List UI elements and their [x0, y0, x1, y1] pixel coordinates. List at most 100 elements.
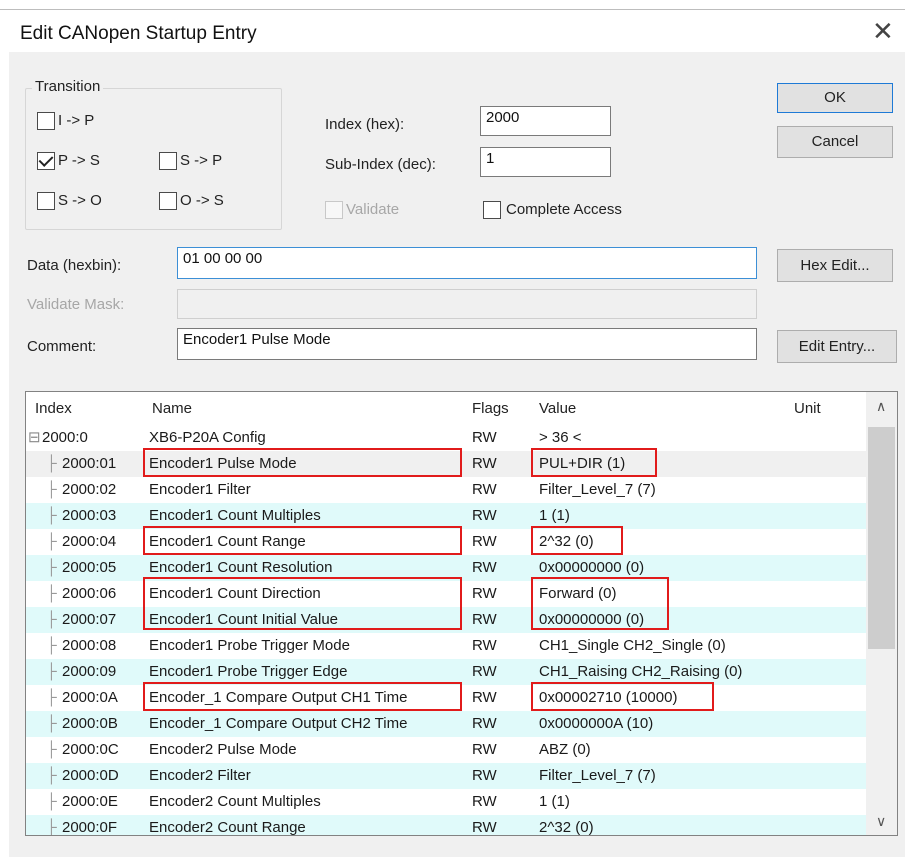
validate-mask-input — [177, 289, 757, 319]
row-name: Encoder2 Count Multiples — [149, 793, 321, 810]
row-flags: RW — [472, 559, 497, 576]
table-row[interactable]: ├ 2000:08 Encoder1 Probe Trigger Mode RW… — [26, 633, 868, 659]
column-header-value[interactable]: Value — [539, 400, 576, 417]
row-index: 2000:06 — [62, 585, 117, 602]
row-name: Encoder2 Count Range — [149, 819, 306, 836]
row-value: Filter_Level_7 (7) — [539, 481, 656, 498]
row-flags: RW — [472, 663, 497, 680]
complete-access-label: Complete Access — [506, 201, 622, 218]
complete-access-checkbox[interactable] — [483, 201, 501, 219]
table-row[interactable]: ├ 2000:0F Encoder2 Count Range RW 2^32 (… — [26, 815, 868, 836]
row-flags: RW — [472, 819, 497, 836]
checkbox-s-p-label: S -> P — [180, 152, 223, 169]
annotation-box-value — [531, 577, 669, 630]
table-row[interactable]: ├ 2000:0E Encoder2 Count Multiples RW 1 … — [26, 789, 868, 815]
row-name: Encoder_1 Compare Output CH2 Time — [149, 715, 408, 732]
checkbox-s-o[interactable] — [37, 192, 55, 210]
table-row[interactable]: ├ 2000:0D Encoder2 Filter RW Filter_Leve… — [26, 763, 868, 789]
row-index: 2000:0E — [62, 793, 118, 810]
row-flags: RW — [472, 429, 497, 446]
entry-list[interactable]: Index Name Flags Value Unit ⊟ 2000:0 XB6… — [25, 391, 898, 836]
table-row[interactable]: ├ 2000:0C Encoder2 Pulse Mode RW ABZ (0) — [26, 737, 868, 763]
row-index: 2000:04 — [62, 533, 117, 550]
subindex-input[interactable]: 1 — [480, 147, 611, 177]
row-flags: RW — [472, 741, 497, 758]
column-header-flags[interactable]: Flags — [472, 400, 509, 417]
row-index: 2000:07 — [62, 611, 117, 628]
row-value: ABZ (0) — [539, 741, 591, 758]
annotation-box-name — [143, 682, 462, 711]
row-flags: RW — [472, 481, 497, 498]
row-name: Encoder1 Filter — [149, 481, 251, 498]
annotation-box-value — [531, 682, 714, 711]
comment-label: Comment: — [27, 338, 97, 355]
row-name: Encoder2 Filter — [149, 767, 251, 784]
checkbox-o-s[interactable] — [159, 192, 177, 210]
row-index: 2000:0C — [62, 741, 119, 758]
row-flags: RW — [472, 455, 497, 472]
row-index: 2000:0D — [62, 767, 119, 784]
table-row[interactable]: ├ 2000:02 Encoder1 Filter RW Filter_Leve… — [26, 477, 868, 503]
annotation-box-name — [143, 448, 462, 477]
window-top-border — [0, 9, 905, 10]
checkbox-s-p[interactable] — [159, 152, 177, 170]
comment-input[interactable]: Encoder1 Pulse Mode — [177, 328, 757, 360]
row-index: 2000:0 — [42, 429, 88, 446]
transition-group-label: Transition — [32, 78, 104, 95]
tree-line-icon: ├ — [46, 611, 57, 628]
row-flags: RW — [472, 585, 497, 602]
close-icon[interactable]: ✕ — [872, 16, 894, 46]
data-input[interactable]: 01 00 00 00 — [177, 247, 757, 279]
tree-line-icon: ├ — [46, 767, 57, 784]
column-header-unit[interactable]: Unit — [794, 400, 821, 417]
row-flags: RW — [472, 533, 497, 550]
ok-button[interactable]: OK — [777, 83, 893, 113]
annotation-box-name — [143, 577, 462, 630]
row-index: 2000:03 — [62, 507, 117, 524]
row-index: 2000:02 — [62, 481, 117, 498]
row-flags: RW — [472, 611, 497, 628]
collapse-icon[interactable]: ⊟ — [28, 425, 41, 451]
row-name: Encoder1 Probe Trigger Mode — [149, 637, 350, 654]
column-header-name[interactable]: Name — [152, 400, 192, 417]
checkbox-p-s[interactable] — [37, 152, 55, 170]
tree-line-icon: ├ — [46, 455, 57, 472]
scrollbar-thumb[interactable] — [868, 427, 895, 649]
cancel-button[interactable]: Cancel — [777, 126, 893, 158]
tree-line-icon: ├ — [46, 819, 57, 836]
row-index: 2000:05 — [62, 559, 117, 576]
row-value: 1 (1) — [539, 793, 570, 810]
tree-line-icon: ├ — [46, 585, 57, 602]
row-value: 2^32 (0) — [539, 819, 594, 836]
hex-edit-button[interactable]: Hex Edit... — [777, 249, 893, 282]
scroll-down-icon[interactable]: ∨ — [876, 813, 886, 830]
checkbox-i-p[interactable] — [37, 112, 55, 130]
column-header-index[interactable]: Index — [35, 400, 72, 417]
index-input[interactable]: 2000 — [480, 106, 611, 136]
tree-line-icon: ├ — [46, 559, 57, 576]
row-value: Filter_Level_7 (7) — [539, 767, 656, 784]
edit-entry-button[interactable]: Edit Entry... — [777, 330, 897, 363]
index-label: Index (hex): — [325, 116, 405, 133]
row-flags: RW — [472, 767, 497, 784]
checkbox-p-s-label: P -> S — [58, 152, 100, 169]
row-index: 2000:0A — [62, 689, 118, 706]
window-title: Edit CANopen Startup Entry — [20, 23, 257, 44]
tree-line-icon: ├ — [46, 715, 57, 732]
tree-line-icon: ├ — [46, 507, 57, 524]
tree-line-icon: ├ — [46, 689, 57, 706]
row-value: 0x0000000A (10) — [539, 715, 654, 732]
subindex-label: Sub-Index (dec): — [325, 156, 436, 173]
annotation-box-name — [143, 526, 462, 555]
row-flags: RW — [472, 793, 497, 810]
tree-line-icon: ├ — [46, 637, 57, 654]
table-row[interactable]: ├ 2000:0B Encoder_1 Compare Output CH2 T… — [26, 711, 868, 737]
row-flags: RW — [472, 689, 497, 706]
tree-line-icon: ├ — [46, 741, 57, 758]
row-index: 2000:09 — [62, 663, 117, 680]
validate-label: Validate — [346, 201, 400, 218]
row-value: CH1_Single CH2_Single (0) — [539, 637, 726, 654]
scroll-up-icon[interactable]: ∧ — [876, 398, 886, 415]
row-index: 2000:01 — [62, 455, 117, 472]
checkbox-i-p-label: I -> P — [58, 112, 95, 129]
